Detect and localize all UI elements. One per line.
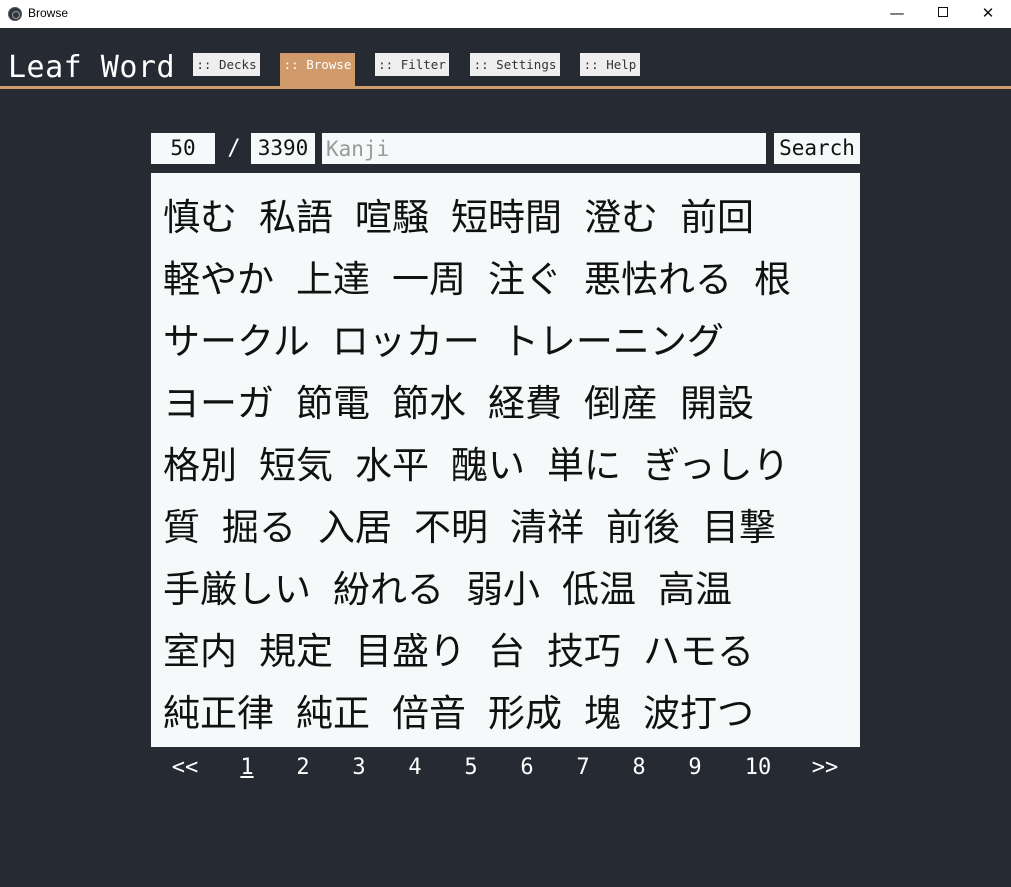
- app-logo: Leaf Word: [8, 50, 176, 85]
- page-7-link[interactable]: 7: [575, 752, 591, 784]
- maximize-button[interactable]: [920, 0, 966, 28]
- word-item[interactable]: 技巧: [547, 621, 621, 683]
- word-item[interactable]: 台: [488, 621, 525, 683]
- word-item[interactable]: ロッカー: [332, 311, 480, 373]
- word-item[interactable]: 室内: [163, 621, 237, 683]
- word-item[interactable]: 前後: [606, 497, 680, 559]
- word-item[interactable]: ハモる: [643, 621, 754, 683]
- word-item[interactable]: 塊: [584, 683, 621, 745]
- word-item[interactable]: 格別: [163, 435, 237, 497]
- header-divider: [0, 86, 1011, 89]
- window-titlebar: Browse — ✕: [0, 0, 1011, 28]
- word-item[interactable]: 清祥: [510, 497, 584, 559]
- app-icon: [8, 7, 22, 21]
- page-3-link[interactable]: 3: [351, 752, 367, 784]
- pagination: << 1 2 3 4 5 6 7 8 9 10 >>: [151, 752, 860, 784]
- word-item[interactable]: 節電: [296, 373, 370, 435]
- word-item[interactable]: 一周: [392, 249, 466, 311]
- app-header: Leaf Word :: Decks :: Browse :: Filter :…: [0, 28, 1011, 89]
- word-item[interactable]: 水平: [355, 435, 429, 497]
- word-item[interactable]: 澄む: [584, 187, 658, 249]
- word-item[interactable]: 純正: [296, 683, 370, 745]
- count-separator: /: [227, 136, 241, 161]
- page-10-link[interactable]: 10: [743, 752, 773, 784]
- word-item[interactable]: 喧騒: [355, 187, 429, 249]
- word-item[interactable]: 倒産: [584, 373, 658, 435]
- word-item[interactable]: 紛れる: [333, 559, 444, 621]
- word-item[interactable]: トレーニング: [502, 311, 724, 373]
- minimize-button[interactable]: —: [874, 0, 920, 28]
- word-item[interactable]: 波打つ: [643, 683, 754, 745]
- word-item[interactable]: 低温: [562, 559, 636, 621]
- page-2-link[interactable]: 2: [295, 752, 311, 784]
- nav-decks-button[interactable]: :: Decks: [193, 53, 260, 76]
- word-item[interactable]: 根: [754, 249, 791, 311]
- word-item[interactable]: 単に: [547, 435, 621, 497]
- word-item[interactable]: 悪怯れる: [584, 249, 732, 311]
- word-item[interactable]: 軽やか: [163, 249, 274, 311]
- page-9-link[interactable]: 9: [687, 752, 703, 784]
- total-count: 3390: [251, 133, 315, 164]
- prev-page-button[interactable]: <<: [170, 752, 200, 784]
- nav-help-button[interactable]: :: Help: [580, 53, 640, 76]
- word-item[interactable]: 規定: [259, 621, 333, 683]
- window-title: Browse: [28, 6, 69, 20]
- word-item[interactable]: 短時間: [451, 187, 562, 249]
- word-item[interactable]: 目撃: [702, 497, 776, 559]
- word-item[interactable]: 弱小: [466, 559, 540, 621]
- per-page-count[interactable]: 50: [151, 133, 215, 164]
- word-item[interactable]: 開設: [680, 373, 754, 435]
- word-item[interactable]: 短気: [259, 435, 333, 497]
- word-item[interactable]: 入居: [318, 497, 392, 559]
- word-item[interactable]: 目盛り: [355, 621, 466, 683]
- word-item[interactable]: 純正律: [163, 683, 274, 745]
- word-item[interactable]: 醜い: [451, 435, 525, 497]
- word-item[interactable]: 形成: [488, 683, 562, 745]
- word-item[interactable]: 手厳しい: [163, 559, 311, 621]
- close-button[interactable]: ✕: [965, 0, 1011, 28]
- word-list: 慎む 私語 喧騒 短時間 澄む 前回軽やか 上達 一周 注ぐ 悪怯れる 根サークル ロッカー トレーニン…: [151, 173, 860, 747]
- word-item[interactable]: ぎっしり: [643, 435, 790, 497]
- word-item[interactable]: 倍音: [392, 683, 466, 745]
- word-item[interactable]: 経費: [488, 373, 562, 435]
- nav-browse-button[interactable]: :: Browse: [280, 53, 355, 88]
- page-8-link[interactable]: 8: [631, 752, 647, 784]
- nav-settings-button[interactable]: :: Settings: [470, 53, 560, 76]
- word-item[interactable]: 節水: [392, 373, 466, 435]
- word-item[interactable]: 私語: [259, 187, 333, 249]
- nav-filter-button[interactable]: :: Filter: [375, 53, 449, 76]
- word-item[interactable]: 高温: [658, 559, 732, 621]
- word-item[interactable]: 掘る: [222, 497, 296, 559]
- word-item[interactable]: 前回: [680, 187, 754, 249]
- page-6-link[interactable]: 6: [519, 752, 535, 784]
- page-1-link[interactable]: 1: [239, 752, 255, 784]
- word-item[interactable]: 注ぐ: [488, 249, 562, 311]
- page-4-link[interactable]: 4: [407, 752, 423, 784]
- next-page-button[interactable]: >>: [810, 752, 840, 784]
- search-input[interactable]: [322, 133, 766, 164]
- word-item[interactable]: 質: [163, 497, 200, 559]
- maximize-icon: [938, 7, 948, 17]
- word-item[interactable]: 上達: [296, 249, 370, 311]
- word-item[interactable]: ヨーガ: [163, 373, 274, 435]
- page-5-link[interactable]: 5: [463, 752, 479, 784]
- word-item[interactable]: サークル: [163, 311, 310, 373]
- word-item[interactable]: 慎む: [163, 187, 237, 249]
- word-item[interactable]: 不明: [414, 497, 488, 559]
- search-button[interactable]: Search: [774, 133, 860, 164]
